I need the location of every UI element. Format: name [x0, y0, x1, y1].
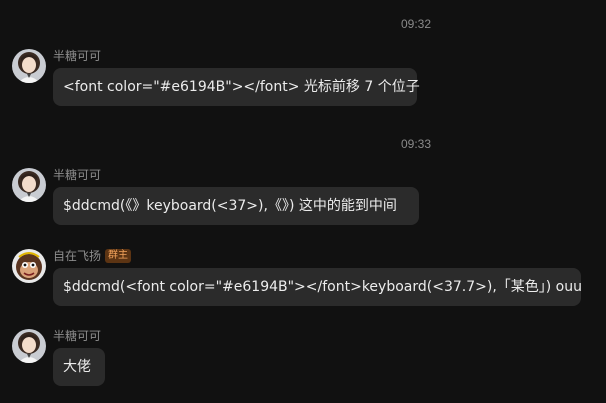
sender-name: 半糖可可	[53, 49, 102, 63]
message-bubble[interactable]: $ddcmd(<font color="#e6194B"></font>keyb…	[53, 268, 582, 306]
sender-name: 半糖可可	[53, 329, 102, 343]
message-bubble[interactable]: 大佬	[53, 348, 105, 386]
sender-row: 半糖可可	[53, 48, 101, 64]
chat-message-list[interactable]: 09:32 半糖可可 <font color="#e6194B"></font>…	[0, 0, 606, 403]
girl-avatar[interactable]	[12, 49, 46, 83]
message-timestamp: 09:32	[400, 17, 432, 31]
sender-row: 自在飞扬 群主	[53, 248, 132, 264]
message-bubble[interactable]: <font color="#e6194B"></font> 光标前移 7 个位子	[53, 68, 420, 106]
message-bubble[interactable]: $ddcmd(《》keyboard(<37>),《》) 这中的能到中间	[53, 187, 419, 225]
sender-row: 半糖可可	[53, 328, 101, 344]
girl-avatar[interactable]	[12, 168, 46, 202]
sender-name: 自在飞扬	[53, 249, 102, 263]
girl-avatar[interactable]	[12, 329, 46, 363]
monkey-avatar[interactable]	[12, 249, 46, 283]
message-timestamp: 09:33	[400, 137, 432, 151]
sender-name: 半糖可可	[53, 168, 102, 182]
sender-row: 半糖可可	[53, 167, 101, 183]
owner-badge: 群主	[105, 249, 132, 263]
